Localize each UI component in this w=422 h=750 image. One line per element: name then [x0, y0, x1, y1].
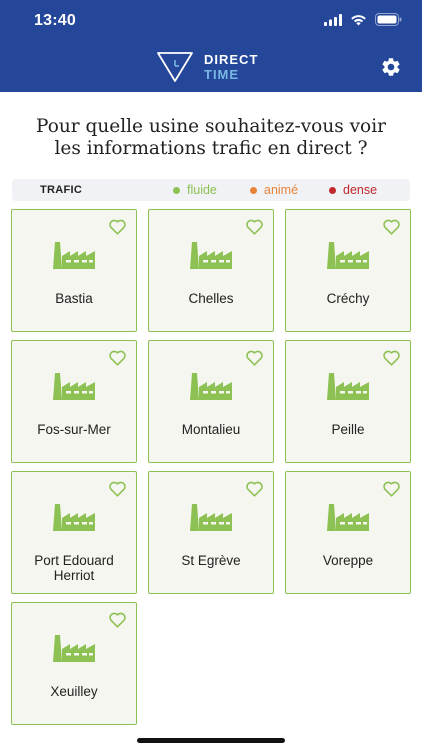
plant-card[interactable]: St Egrève	[148, 471, 274, 594]
plant-card[interactable]: Montalieu	[148, 340, 274, 463]
legend-dot-green	[173, 186, 180, 194]
plant-name: Voreppe	[322, 553, 374, 568]
signal-icon	[324, 13, 342, 26]
plant-name: St Egrève	[181, 553, 241, 568]
plant-card[interactable]: Créchy	[285, 209, 411, 332]
plant-card[interactable]: Fos-sur-Mer	[11, 340, 137, 463]
heart-outline-icon[interactable]	[108, 480, 127, 497]
plant-name: Port Edouard Herriot	[34, 553, 114, 583]
status-bar: 13:40	[0, 0, 422, 44]
plant-card[interactable]: Xeuilley	[11, 602, 137, 725]
home-indicator[interactable]	[137, 738, 285, 743]
heart-outline-icon[interactable]	[245, 349, 264, 366]
heart-outline-icon[interactable]	[382, 480, 401, 497]
heart-outline-icon[interactable]	[245, 480, 264, 497]
wifi-icon	[351, 14, 366, 25]
plant-card[interactable]: Bastia	[11, 209, 137, 332]
legend-title: TRAFIC	[40, 184, 83, 196]
factory-icon	[327, 373, 369, 400]
plant-name: Montalieu	[181, 422, 241, 437]
plant-name: Créchy	[326, 291, 370, 306]
legend-dot-orange	[250, 186, 257, 194]
factory-icon	[327, 504, 369, 531]
page-question: Pour quelle usine souhaitez-vous voir le…	[20, 116, 402, 160]
brand-name-line1: DIRECT	[204, 52, 259, 67]
heart-outline-icon[interactable]	[108, 611, 127, 628]
plant-card[interactable]: Chelles	[148, 209, 274, 332]
plant-name: Peille	[331, 422, 365, 437]
heart-outline-icon[interactable]	[108, 349, 127, 366]
direct-time-logo-icon	[157, 52, 193, 82]
factory-icon	[190, 373, 232, 400]
heart-outline-icon[interactable]	[382, 349, 401, 366]
brand-name-line2: TIME	[204, 67, 240, 82]
legend-item-fluide: fluide	[173, 183, 217, 197]
brand: DIRECT TIME	[156, 51, 276, 83]
status-icons	[324, 13, 402, 26]
app-header: 13:40 DIRECT TIME	[0, 0, 422, 92]
plant-card[interactable]: Port Edouard Herriot	[11, 471, 137, 594]
plant-name: Xeuilley	[50, 684, 98, 699]
factory-icon	[190, 242, 232, 269]
gear-icon	[382, 58, 400, 76]
factory-icon	[327, 242, 369, 269]
legend-label: dense	[343, 183, 378, 197]
traffic-legend: TRAFIC fluide animé dense	[12, 179, 410, 201]
status-time: 13:40	[34, 12, 76, 29]
battery-icon	[375, 13, 402, 26]
factory-icon	[53, 635, 95, 662]
legend-dot-red	[329, 186, 336, 194]
settings-button[interactable]	[380, 56, 402, 78]
legend-label: fluide	[187, 183, 217, 197]
heart-outline-icon[interactable]	[382, 218, 401, 235]
question-line2: les informations trafic en direct ?	[54, 138, 368, 159]
heart-outline-icon[interactable]	[245, 218, 264, 235]
legend-label: animé	[264, 183, 299, 197]
factory-icon	[53, 373, 95, 400]
plant-name: Fos-sur-Mer	[37, 422, 111, 437]
question-line1: Pour quelle usine souhaitez-vous voir	[36, 116, 386, 137]
factory-icon	[190, 504, 232, 531]
legend-item-anime: animé	[250, 183, 298, 197]
plant-card[interactable]: Peille	[285, 340, 411, 463]
factory-icon	[53, 504, 95, 531]
plant-name: Chelles	[188, 291, 234, 306]
heart-outline-icon[interactable]	[108, 218, 127, 235]
plant-name: Bastia	[55, 291, 93, 306]
factory-icon	[53, 242, 95, 269]
legend-item-dense: dense	[329, 183, 377, 197]
plant-card[interactable]: Voreppe	[285, 471, 411, 594]
